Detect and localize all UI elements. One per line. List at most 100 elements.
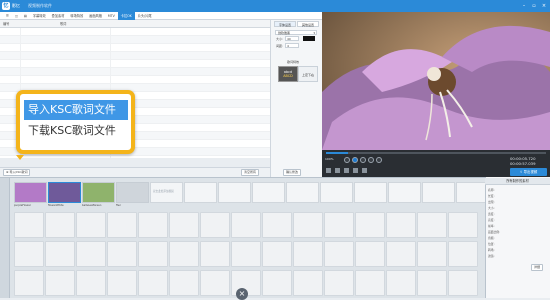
clip-thumbnail[interactable]: [48, 182, 81, 203]
timeline-cell[interactable]: [200, 241, 230, 267]
effect-preview-2[interactable]: 上定下右: [298, 66, 318, 82]
timeline-cell[interactable]: [45, 212, 75, 238]
timeline-cell[interactable]: [138, 212, 168, 238]
timeline-cell[interactable]: [231, 241, 261, 267]
timeline-cell[interactable]: [417, 270, 447, 296]
timeline-cell[interactable]: [107, 212, 137, 238]
timeline-cell[interactable]: [293, 241, 323, 267]
empty-clip-slot[interactable]: [286, 182, 319, 203]
minimize-icon[interactable]: –: [520, 2, 528, 10]
size-input[interactable]: 40: [285, 36, 299, 41]
lyric-row[interactable]: [0, 28, 270, 36]
timeline-cell[interactable]: [448, 270, 478, 296]
tab-font-settings[interactable]: 字体设置: [274, 21, 296, 27]
cut-icon[interactable]: [326, 168, 331, 173]
menu-item-import-ksc[interactable]: 导入KSC歌词文件: [24, 100, 128, 120]
tab-other-settings[interactable]: 其他设置: [297, 21, 319, 27]
import-ksc-button[interactable]: ⊕ 导入KSC歌词: [3, 169, 31, 176]
menu-item-download-ksc[interactable]: 下载KSC歌词文件: [24, 121, 128, 141]
menu-item-9[interactable]: 片头/片尾: [135, 12, 155, 20]
play-icon[interactable]: [352, 157, 358, 163]
timeline-cell[interactable]: [200, 270, 230, 296]
timeline-cell[interactable]: [262, 241, 292, 267]
export-video-button[interactable]: ⇪ 导出视频: [510, 168, 547, 176]
timeline-cell[interactable]: [293, 270, 323, 296]
timeline-cell[interactable]: [200, 212, 230, 238]
folder-icon[interactable]: [335, 168, 340, 173]
timeline-cell[interactable]: [14, 241, 44, 267]
clip-thumbnail[interactable]: [116, 182, 149, 203]
fullscreen-icon[interactable]: [353, 168, 358, 173]
timeline-cell[interactable]: [138, 241, 168, 267]
timeline-cell[interactable]: [293, 212, 323, 238]
close-icon[interactable]: ×: [540, 2, 548, 10]
timeline-cell[interactable]: [355, 212, 385, 238]
menu-item-8[interactable]: 卡拉OK: [117, 11, 135, 20]
lyric-row[interactable]: [0, 52, 270, 60]
empty-clip-slot[interactable]: [218, 182, 251, 203]
video-preview[interactable]: [322, 12, 550, 150]
lyric-row[interactable]: [0, 36, 270, 44]
timeline-cell[interactable]: [324, 270, 354, 296]
timeline-cell[interactable]: [386, 270, 416, 296]
empty-clip-slot[interactable]: 双击此处添加视频: [150, 182, 183, 203]
empty-clip-slot[interactable]: [354, 182, 387, 203]
font-select[interactable]: 微软雅黑 ▾: [275, 30, 317, 35]
timeline-cell[interactable]: [386, 212, 416, 238]
timeline-cell[interactable]: [386, 241, 416, 267]
timeline-cell[interactable]: [107, 241, 137, 267]
progress-track[interactable]: [326, 152, 546, 154]
empty-clip-slot[interactable]: [184, 182, 217, 203]
timeline-cell[interactable]: [448, 241, 478, 267]
speed-value[interactable]: 100%: [325, 157, 334, 161]
clip-thumbnail[interactable]: [82, 182, 115, 203]
timeline-cell[interactable]: [76, 212, 106, 238]
menu-item-5[interactable]: 转场特效: [67, 12, 86, 20]
timeline-cell[interactable]: [262, 212, 292, 238]
lyric-row[interactable]: [0, 76, 270, 84]
lyric-row[interactable]: [0, 44, 270, 52]
empty-clip-slot[interactable]: [422, 182, 455, 203]
timeline-cell[interactable]: [76, 241, 106, 267]
menu-item-2[interactable]: ▤: [21, 12, 30, 20]
menu-item-6[interactable]: 画面风格: [86, 12, 105, 20]
timeline-cell[interactable]: [231, 212, 261, 238]
timeline-cell[interactable]: [355, 270, 385, 296]
empty-clip-slot[interactable]: [252, 182, 285, 203]
clip-thumbnail[interactable]: [14, 182, 47, 203]
timeline-cell[interactable]: [324, 241, 354, 267]
timeline-cell[interactable]: [169, 270, 199, 296]
confirm-button[interactable]: 确认修改: [283, 169, 302, 176]
empty-clip-slot[interactable]: [388, 182, 421, 203]
effect-preview-1[interactable]: abcd ABCD: [278, 66, 298, 82]
timeline-cell[interactable]: [262, 270, 292, 296]
timeline-cell[interactable]: [355, 241, 385, 267]
spacing-input[interactable]: 4: [285, 43, 299, 48]
timeline-cell[interactable]: [417, 241, 447, 267]
volume-icon[interactable]: [376, 157, 382, 163]
details-button[interactable]: 详细: [531, 264, 544, 271]
timeline-cell[interactable]: [169, 212, 199, 238]
lyric-row[interactable]: [0, 60, 270, 68]
font-color-swatch[interactable]: [303, 36, 315, 41]
timeline-cell[interactable]: [169, 241, 199, 267]
menu-item-3[interactable]: 字幕特效: [30, 12, 49, 20]
timeline-cell[interactable]: [45, 241, 75, 267]
stop-icon[interactable]: [360, 157, 366, 163]
settings-icon[interactable]: [362, 168, 367, 173]
timeline-cell[interactable]: [448, 212, 478, 238]
clear-all-button[interactable]: 清空所有: [241, 169, 260, 176]
timeline-cell[interactable]: [324, 212, 354, 238]
empty-clip-slot[interactable]: [320, 182, 353, 203]
menu-item-0[interactable]: ☰: [3, 12, 12, 20]
menu-item-1[interactable]: ◫: [12, 12, 21, 20]
timeline-cell[interactable]: [14, 270, 44, 296]
timeline-cell[interactable]: [107, 270, 137, 296]
timeline-cell[interactable]: [138, 270, 168, 296]
close-timeline-icon[interactable]: ×: [236, 288, 248, 300]
timeline-cell[interactable]: [417, 212, 447, 238]
lyric-row[interactable]: [0, 68, 270, 76]
maximize-icon[interactable]: ▫: [530, 2, 538, 10]
snapshot-icon[interactable]: [344, 168, 349, 173]
forward-icon[interactable]: [368, 157, 374, 163]
